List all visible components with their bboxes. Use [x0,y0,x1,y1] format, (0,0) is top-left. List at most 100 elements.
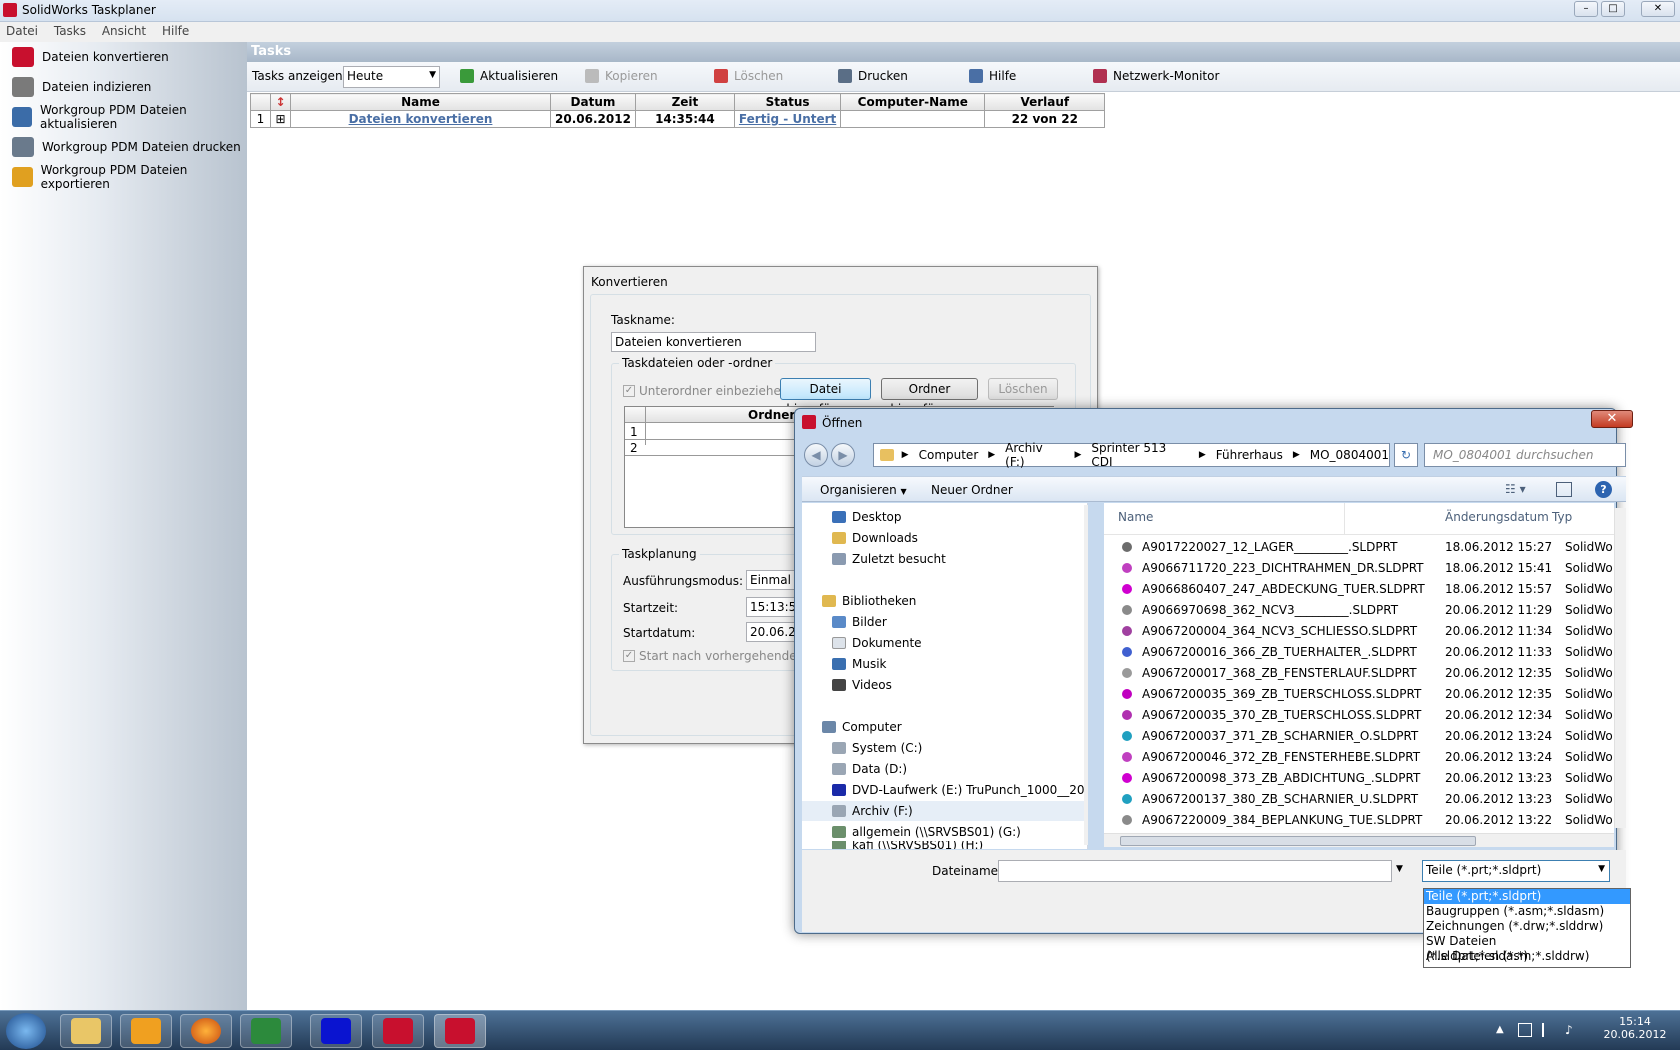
nav-item-music[interactable]: Musik [802,654,1088,674]
new-folder-button[interactable]: Neuer Ordner [931,483,1013,497]
file-row[interactable]: A9067200046_372_ZB_FENSTERHEBE.SLDPRT 20.… [1104,746,1614,767]
menu-ansicht[interactable]: Ansicht [96,22,152,40]
firefox-icon[interactable] [180,1014,232,1048]
sidebar-item-pdm-export[interactable]: Workgroup PDM Dateien exportieren [12,163,247,191]
file-row[interactable]: A9067200004_364_NCV3_SCHLIESSO.SLDPRT 20.… [1104,620,1614,641]
file-row[interactable]: A9017220027_12_LAGER_________.SLDPRT 18.0… [1104,536,1614,557]
filetype-option[interactable]: Alle Dateien (*.*) [1424,949,1630,964]
nav-item-drive-c[interactable]: System (C:) [802,738,1088,758]
print-button[interactable]: Drucken [838,69,908,83]
file-row[interactable]: A9067200037_371_ZB_SCHARNIER_O.SLDPRT 20.… [1104,725,1614,746]
breadcrumb-mo0804001[interactable]: MO_0804001 [1310,448,1389,462]
nav-item-recent[interactable]: Zuletzt besucht [802,549,1088,569]
start-icon[interactable] [6,1013,46,1049]
expand-icon[interactable]: ⊞ [270,110,291,128]
file-row[interactable]: A9066860407_247_ABDECKUNG_TUER.SLDPRT 18.… [1104,578,1614,599]
nav-item-drive-g[interactable]: allgemein (\\SRVSBS01) (G:) [802,822,1088,842]
network-monitor-button[interactable]: Netzwerk-Monitor [1093,69,1219,83]
breadcrumb-sprinter[interactable]: Sprinter 513 CDI [1091,441,1188,469]
outlook-icon[interactable] [120,1014,172,1048]
organize-button[interactable]: Organisieren ▼ [820,483,907,497]
nav-item-libraries[interactable]: Bibliotheken [802,591,1088,611]
filetype-select[interactable]: Teile (*.prt;*.sldprt) ▼ [1422,860,1610,882]
filetype-option[interactable]: SW Dateien (*.sldprt;*.sldasm;*.slddrw) [1424,934,1630,963]
delete-button[interactable]: Löschen [714,69,783,83]
close-window-button[interactable]: ✕ [1641,1,1675,17]
menu-datei[interactable]: Datei [0,22,44,40]
maximize-button[interactable]: □ [1601,1,1625,17]
tray-flag-icon[interactable] [1542,1023,1554,1037]
nav-item-documents[interactable]: Dokumente [802,633,1088,653]
nav-item-pictures[interactable]: Bilder [802,612,1088,632]
add-folder-button[interactable]: Ordner hinzufügen... [881,378,978,416]
file-row[interactable]: A9067200017_368_ZB_FENSTERLAUF.SLDPRT 20.… [1104,662,1614,683]
clock[interactable]: 15:14 20.06.2012 [1600,1015,1670,1041]
file-row[interactable]: A9067200035_369_ZB_TUERSCHLOSS.SLDPRT 20.… [1104,683,1614,704]
task-status-link[interactable]: Fertig - Untert [733,110,842,128]
forward-button[interactable]: ▶ [831,443,855,467]
breadcrumb-computer[interactable]: Computer [919,448,979,462]
nav-item-drive-h[interactable]: kafi (\\SRVSBS01) (H:) [802,841,1088,849]
add-file-button[interactable]: Datei hinzufügen... [780,378,871,416]
col-status[interactable]: Status [733,93,842,111]
filetype-option[interactable]: Zeichnungen (*.drw;*.slddrw) [1424,919,1630,934]
nav-item-computer[interactable]: Computer [802,717,1088,737]
filename-input[interactable] [998,860,1392,882]
file-row[interactable]: A9066711720_223_DICHTRAHMEN_DR.SLDPRT 18.… [1104,557,1614,578]
tray-expand-icon[interactable]: ▲ [1496,1024,1504,1035]
nav-item-videos[interactable]: Videos [802,675,1088,695]
sidebar-item-convert[interactable]: Dateien konvertieren [12,44,247,70]
help-icon[interactable]: ? [1595,481,1612,498]
sidebar-item-pdm-print[interactable]: Workgroup PDM Dateien drucken [12,134,247,160]
preview-pane-icon[interactable] [1556,482,1572,497]
nav-item-downloads[interactable]: Downloads [802,528,1088,548]
menu-tasks[interactable]: Tasks [48,22,92,40]
col-file-date[interactable]: Änderungsdatum [1445,510,1549,524]
file-list-vscrollbar[interactable] [1614,508,1626,828]
col-history[interactable]: Verlauf [984,93,1106,111]
excel-icon[interactable] [240,1014,292,1048]
sort-icon[interactable]: ↕ [270,93,291,111]
file-list-hscrollbar[interactable] [1104,833,1614,847]
file-row[interactable]: A9067200137_380_ZB_SCHARNIER_U.SLDPRT 20.… [1104,788,1614,809]
filetype-option[interactable]: Baugruppen (*.asm;*.sldasm) [1424,904,1630,919]
refresh-button[interactable]: Aktualisieren [460,69,558,83]
breadcrumb-fuehrerhaus[interactable]: Führerhaus [1216,448,1283,462]
filetype-option[interactable]: Teile (*.prt;*.sldprt) [1424,889,1630,904]
col-time[interactable]: Zeit [634,93,735,111]
col-name[interactable]: Name [290,93,551,111]
solidworks-icon[interactable] [372,1014,424,1048]
file-row[interactable]: A9067200016_366_ZB_TUERHALTER_.SLDPRT 20.… [1104,641,1614,662]
close-dialog-button[interactable]: ✕ [1591,410,1633,428]
breadcrumb-archiv[interactable]: Archiv (F:) [1005,441,1064,469]
nav-item-drive-f[interactable]: Archiv (F:) [802,801,1088,821]
subfolders-checkbox[interactable]: ✓ Unterordner einbeziehen [623,384,789,398]
copy-button[interactable]: Kopieren [585,69,658,83]
view-options-icon[interactable]: ☷ ▾ [1505,482,1535,498]
file-row[interactable]: A9067200035_370_ZB_TUERSCHLOSS.SLDPRT 20.… [1104,704,1614,725]
nav-item-drive-d[interactable]: Data (D:) [802,759,1088,779]
sidebar-item-index[interactable]: Dateien indizieren [12,74,247,100]
hscroll-thumb[interactable] [1120,836,1476,846]
tray-volume-icon[interactable]: ♪ [1565,1023,1579,1037]
menu-hilfe[interactable]: Hilfe [156,22,195,40]
back-button[interactable]: ◀ [804,443,828,467]
col-computer[interactable]: Computer-Name [840,93,986,111]
file-row[interactable]: A9067200098_373_ZB_ABDICHTUNG_.SLDPRT 20.… [1104,767,1614,788]
file-row[interactable]: A9067220009_384_BEPLANKUNG_TUE.SLDPRT 20.… [1104,809,1614,830]
col-date[interactable]: Datum [550,93,636,111]
address-bar[interactable]: ▶ Computer ▶ Archiv (F:) ▶ Sprinter 513 … [873,441,1390,469]
sidebar-item-pdm-update[interactable]: Workgroup PDM Dateien aktualisieren [12,103,247,131]
col-file-type[interactable]: Typ [1552,510,1572,524]
refresh-address-button[interactable]: ↻ [1394,443,1418,467]
taskscheduler-icon[interactable] [434,1014,486,1048]
chevron-down-icon[interactable]: ▼ [1396,864,1403,874]
minimize-button[interactable]: – [1574,1,1598,17]
trumpf-icon[interactable] [310,1014,362,1048]
taskname-input[interactable]: Dateien konvertieren [611,332,816,352]
col-file-name[interactable]: Name [1118,510,1153,524]
search-input[interactable]: MO_0804001 durchsuchen [1424,443,1626,467]
tray-action-center-icon[interactable] [1518,1023,1532,1037]
tasks-show-select[interactable]: Heute ▼ [343,66,440,88]
nav-item-drive-e[interactable]: DVD-Laufwerk (E:) TruPunch_1000__2008-03 [802,780,1088,800]
